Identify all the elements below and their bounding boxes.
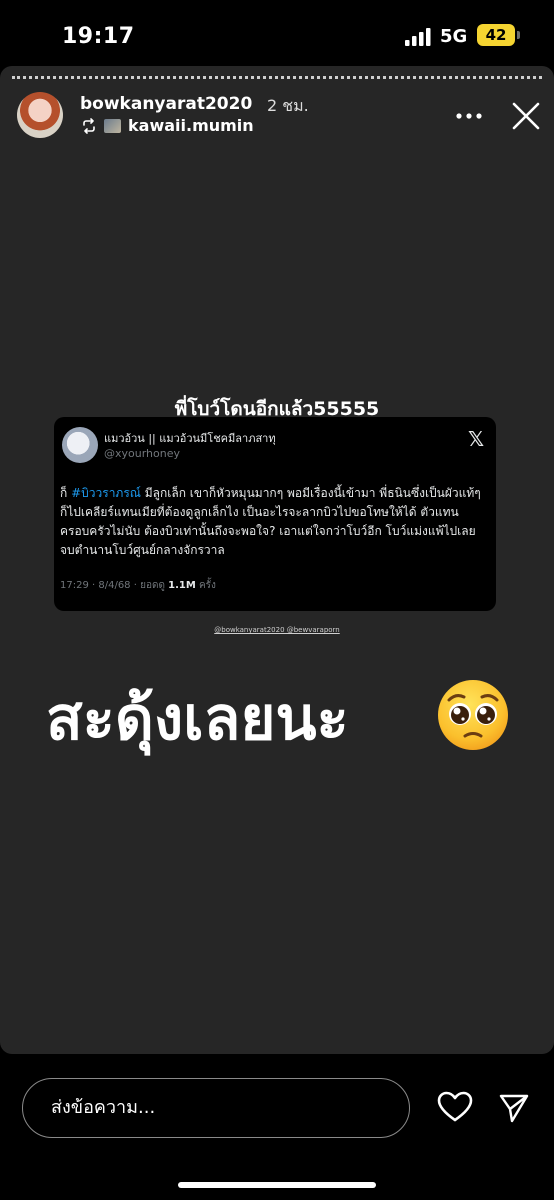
x-logo-icon: 𝕏 (468, 427, 485, 451)
reply-message-input[interactable]: ส่งข้อความ... (22, 1078, 410, 1138)
mention-credit[interactable]: @bowkanyarat2020 @bewvaraporn (0, 626, 554, 634)
battery-indicator: 42 (477, 24, 515, 46)
reposted-from-username[interactable]: kawaii.mumin (128, 116, 254, 135)
heart-icon[interactable] (437, 1091, 473, 1123)
tweet-time-date: 17:29 · 8/4/68 · ยอดดู (60, 580, 169, 591)
repost-thumbnail (104, 119, 121, 133)
repost-icon (83, 118, 95, 134)
tweet-views: 1.1M (168, 580, 196, 591)
close-icon[interactable] (510, 100, 542, 132)
story-username[interactable]: bowkanyarat2020 (80, 94, 252, 114)
signal-icon (405, 28, 431, 46)
tweet-handle: @xyourhoney (104, 447, 181, 460)
tweet-body: ก็ #บิววราภรณ์ มีลูกเล็ก เขาก็หัวหมุนมาก… (60, 484, 488, 560)
status-time: 19:17 (62, 24, 135, 49)
tweet-hashtag: #บิววราภรณ์ (71, 486, 141, 500)
tweet-meta: 17:29 · 8/4/68 · ยอดดู 1.1M ครั้ง (60, 578, 216, 593)
send-icon[interactable] (498, 1092, 530, 1124)
tweet-views-suffix: ครั้ง (195, 580, 216, 591)
status-bar: 19:17 5G 42 (0, 0, 554, 70)
pleading-face-emoji (438, 680, 508, 750)
home-indicator[interactable] (178, 1182, 376, 1188)
avatar[interactable] (17, 92, 63, 138)
tweet-card: แมวอ้วน || แมวอ้วนมีโชคมีลาภสาทุ @xyourh… (54, 417, 496, 611)
tweet-body-prefix: ก็ (60, 486, 72, 500)
network-type: 5G (440, 26, 468, 47)
story-view[interactable]: bowkanyarat2020 2 ชม. kawaii.mumin พี่โบ… (0, 66, 554, 1054)
battery-tip (517, 31, 520, 39)
story-progress-bar (12, 76, 542, 82)
tweet-avatar (62, 427, 98, 463)
story-time-ago: 2 ชม. (267, 96, 309, 115)
story-caption: สะดุ้งเลยนะ (46, 684, 349, 754)
tweet-author-name: แมวอ้วน || แมวอ้วนมีโชคมีลาภสาทุ (104, 432, 276, 445)
more-horizontal-icon[interactable] (456, 112, 482, 120)
